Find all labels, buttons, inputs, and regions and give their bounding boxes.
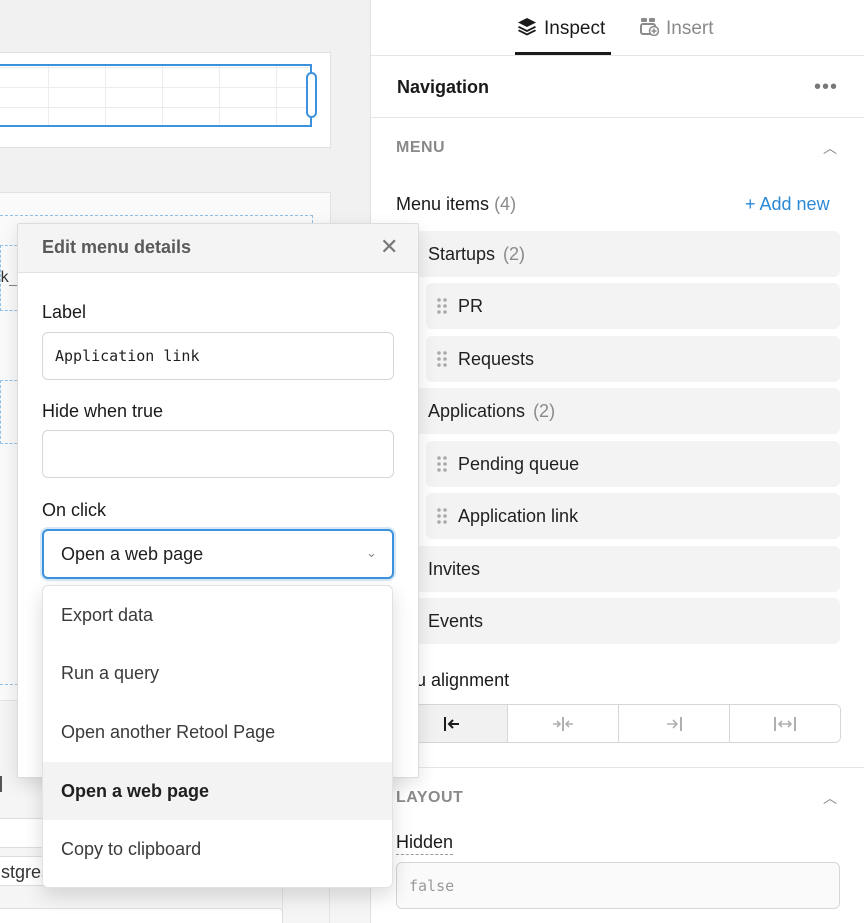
option-open-web-page[interactable]: Open a web page bbox=[43, 761, 392, 821]
on-click-label: On click bbox=[42, 500, 107, 520]
hidden-field-label: Hidden bbox=[396, 832, 454, 855]
menu-item-label: Events bbox=[428, 610, 484, 631]
menu-item-application-link[interactable]: Application link bbox=[426, 493, 840, 539]
option-run-a-query[interactable]: Run a query bbox=[43, 645, 392, 704]
drag-handle-icon[interactable] bbox=[436, 350, 448, 368]
inspector-panel: Inspect Insert Navigation ••• MENU ︿ Men… bbox=[370, 0, 864, 923]
option-open-retool-page[interactable]: Open another Retool Page bbox=[43, 703, 392, 762]
more-options-icon[interactable]: ••• bbox=[814, 77, 838, 97]
menu-item-label: Applications bbox=[428, 400, 526, 421]
popover-title: Edit menu details bbox=[42, 237, 192, 257]
option-export-data[interactable]: Export data bbox=[43, 586, 392, 645]
resize-handle[interactable] bbox=[306, 72, 317, 118]
hide-when-true-input[interactable] bbox=[42, 430, 394, 478]
align-center-icon[interactable] bbox=[508, 705, 619, 742]
close-icon[interactable]: ✕ bbox=[380, 236, 398, 258]
align-right-icon[interactable] bbox=[619, 705, 730, 742]
selected-table-component[interactable] bbox=[0, 64, 312, 127]
menu-items-text: Menu items bbox=[396, 194, 490, 214]
panel-tabs: Inspect Insert bbox=[371, 0, 864, 56]
drag-handle-icon[interactable] bbox=[436, 507, 448, 525]
option-copy-to-clipboard[interactable]: Copy to clipboard bbox=[43, 820, 392, 879]
tab-inspect[interactable]: Inspect bbox=[517, 16, 605, 42]
menu-item-label: Pending queue bbox=[458, 453, 580, 474]
menu-item-startups[interactable]: Startups (2) bbox=[396, 231, 840, 277]
on-click-options-dropdown: Export data Run a query Open another Ret… bbox=[42, 585, 393, 888]
drag-handle-icon[interactable] bbox=[436, 297, 448, 315]
menu-item-label: Requests bbox=[458, 348, 535, 369]
menu-item-applications[interactable]: Applications (2) bbox=[396, 388, 840, 434]
justify-icon[interactable] bbox=[730, 705, 840, 742]
text-cursor bbox=[0, 776, 2, 792]
collapse-caret-icon[interactable]: ︿ bbox=[823, 788, 837, 808]
menu-item-label: PR bbox=[458, 295, 484, 316]
menu-items-count: (4) bbox=[494, 194, 517, 214]
layers-icon bbox=[517, 16, 537, 42]
canvas-text-fragment: k_ bbox=[0, 268, 19, 286]
menu-item-label: Invites bbox=[428, 558, 481, 579]
menu-item-pending-queue[interactable]: Pending queue bbox=[426, 441, 840, 487]
menu-item-pr[interactable]: PR bbox=[426, 283, 840, 329]
menu-item-label: Startups bbox=[428, 243, 496, 264]
canvas-field[interactable] bbox=[0, 908, 283, 923]
hidden-input[interactable]: false bbox=[396, 862, 840, 909]
layout-section-title[interactable]: LAYOUT bbox=[396, 789, 463, 807]
active-tab-indicator bbox=[515, 52, 611, 55]
menu-item-requests[interactable]: Requests bbox=[426, 336, 840, 382]
menu-items-label: Menu items (4) bbox=[396, 194, 516, 215]
menu-section-title[interactable]: MENU bbox=[396, 139, 445, 157]
label-input[interactable]: Application link bbox=[42, 332, 394, 380]
menu-alignment-segmented-control bbox=[396, 704, 841, 743]
divider bbox=[371, 767, 864, 768]
drag-handle-icon[interactable] bbox=[436, 455, 448, 473]
label-field-label: Label bbox=[42, 302, 87, 322]
tab-insert[interactable]: Insert bbox=[639, 16, 714, 42]
menu-item-count: (2) bbox=[503, 243, 526, 264]
add-new-button[interactable]: + Add new bbox=[745, 194, 830, 215]
component-name[interactable]: Navigation bbox=[397, 77, 489, 98]
on-click-select[interactable]: Open a web page ⌄ bbox=[42, 529, 394, 579]
menu-item-invites[interactable]: Invites bbox=[396, 546, 840, 592]
component-header: Navigation ••• bbox=[371, 56, 864, 118]
popover-header: Edit menu details ✕ bbox=[18, 224, 418, 273]
tab-label: Inspect bbox=[544, 18, 606, 39]
chevron-down-icon: ⌄ bbox=[366, 545, 377, 560]
menu-item-label: Application link bbox=[458, 505, 579, 526]
insert-component-icon bbox=[639, 16, 660, 42]
menu-item-count: (2) bbox=[533, 400, 556, 421]
on-click-selected-value: Open a web page bbox=[61, 544, 204, 564]
collapse-caret-icon[interactable]: ︿ bbox=[823, 138, 837, 158]
tab-label: Insert bbox=[666, 18, 714, 39]
hide-when-true-label: Hide when true bbox=[42, 401, 164, 421]
menu-item-events[interactable]: Events bbox=[396, 598, 840, 644]
